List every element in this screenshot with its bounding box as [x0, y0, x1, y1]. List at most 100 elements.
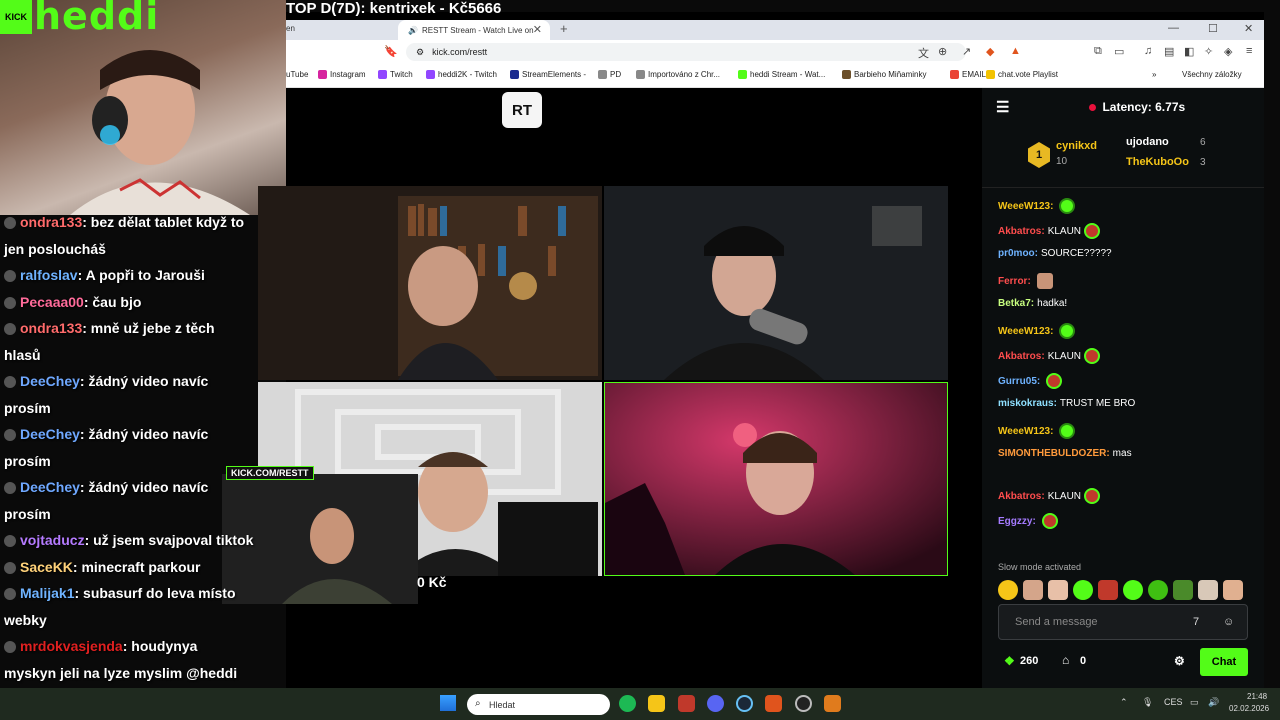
chat-username[interactable]: Akbatros: [998, 351, 1045, 362]
maximize-button[interactable]: ☐ [1208, 22, 1218, 35]
network-icon[interactable]: ▭ [1190, 697, 1199, 708]
bookmark-favicon-icon [426, 70, 435, 79]
leader-third-name[interactable]: TheKuboOo [1126, 156, 1189, 168]
chat-username[interactable]: Betka7: [998, 298, 1034, 309]
emoji-icon[interactable]: ☺ [1223, 616, 1234, 628]
bookmark-icon[interactable]: 🔖 [384, 45, 398, 58]
tray-chevron-icon[interactable]: ⌃ [1120, 697, 1128, 708]
chat-message: Akbatros: KLAUN [998, 348, 1101, 364]
overlay-chat-username: ondra133 [20, 320, 83, 336]
menu-icon[interactable]: ≡ [1246, 45, 1252, 57]
emote-icon[interactable] [1048, 580, 1068, 600]
chat-username[interactable]: Ferror: [998, 276, 1031, 287]
chat-username[interactable]: WeeeW123: [998, 426, 1053, 437]
steam-icon[interactable] [736, 695, 753, 712]
points-count[interactable]: 260 [1020, 655, 1038, 667]
vpn-icon[interactable]: ◈ [1224, 45, 1232, 58]
bookmark-item[interactable]: chat.vote Playlist [986, 70, 1058, 79]
all-bookmarks[interactable]: Všechny záložky [1182, 70, 1242, 79]
clock-time[interactable]: 21:48 [1247, 692, 1267, 701]
volume-icon[interactable]: 🔊 [1208, 697, 1219, 708]
overlay-chat-text: : už jsem svajpoval tiktok [84, 532, 254, 548]
bookmark-favicon-icon [598, 70, 607, 79]
emote-icon[interactable] [1123, 580, 1143, 600]
bookmark-item[interactable]: Twitch [378, 70, 413, 79]
leader-second-name[interactable]: ujodano [1126, 136, 1169, 148]
clock-date[interactable]: 02.02.2026 [1229, 704, 1269, 713]
leo-icon[interactable]: ✧ [1204, 45, 1213, 58]
user-badge-icon [4, 376, 16, 389]
zoom-icon[interactable]: ⊕ [938, 45, 947, 58]
bookmark-item[interactable]: uTube [286, 70, 308, 79]
brave-shield-icon[interactable]: ◆ [986, 45, 994, 58]
file-explorer-icon[interactable] [648, 695, 665, 712]
bookmark-item[interactable]: Barbieho Miňaminky [842, 70, 926, 79]
extensions-icon[interactable]: ⧉ [1094, 45, 1102, 58]
chat-username[interactable]: WeeeW123: [998, 326, 1053, 337]
brave-icon[interactable] [765, 695, 782, 712]
bookmark-item[interactable]: heddi Stream - Wat... [738, 70, 825, 79]
chat-username[interactable]: Gurru05: [998, 376, 1040, 387]
close-tab-icon[interactable]: ✕ [533, 23, 542, 36]
chat-username[interactable]: Akbatros: [998, 491, 1045, 502]
message-placeholder: Send a message [1015, 616, 1098, 628]
bookmark-item[interactable]: Importováno z Chr... [636, 70, 720, 79]
more-bookmarks-icon[interactable]: » [1152, 70, 1156, 79]
message-input[interactable]: Send a message 7 ☺ [998, 604, 1248, 640]
language-indicator[interactable]: CES [1164, 697, 1183, 707]
spotify-icon[interactable] [619, 695, 636, 712]
user-badge-icon [4, 270, 16, 283]
chat-username[interactable]: Eggzzy: [998, 516, 1036, 527]
bookmark-item[interactable]: PD [598, 70, 621, 79]
playlist-icon[interactable]: ▤ [1164, 45, 1174, 58]
tab-active[interactable]: 🔊 RESTT Stream - Watch Live on ✕ [398, 20, 550, 40]
emote-laugh-icon[interactable] [998, 580, 1018, 600]
emote-picker-icon[interactable]: 7 [1193, 616, 1199, 628]
address-bar[interactable]: ⚙ kick.com/restt [406, 43, 966, 61]
app-icon[interactable] [678, 695, 695, 712]
microphone-icon[interactable]: 🎙 [1142, 697, 1153, 708]
brave-rewards-icon[interactable]: ▲ [1010, 45, 1021, 57]
send-chat-button[interactable]: Chat [1200, 648, 1248, 676]
media-icon[interactable]: ♫ [1144, 45, 1152, 57]
share-icon[interactable]: ↗ [962, 45, 971, 58]
emote-icon[interactable] [1198, 580, 1218, 600]
bookmark-item[interactable]: Instagram [318, 70, 366, 79]
chat-username[interactable]: WeeeW123: [998, 201, 1053, 212]
minimize-button[interactable]: — [1168, 22, 1179, 34]
leader-first-name[interactable]: cynikxd [1056, 140, 1097, 152]
windows-start-icon[interactable] [440, 695, 456, 711]
bookmark-item[interactable]: EMAIL [950, 70, 986, 79]
sidebar-icon[interactable]: ▭ [1114, 45, 1124, 58]
collapse-chat-icon[interactable]: ☰ [996, 98, 1009, 116]
chat-settings-icon[interactable]: ⚙ [1174, 654, 1185, 668]
emote-icon[interactable] [1223, 580, 1243, 600]
tab-previous[interactable]: en [286, 24, 295, 33]
obs-icon[interactable] [795, 695, 812, 712]
chat-username[interactable]: pr0moo: [998, 248, 1038, 259]
emote-icon[interactable] [1073, 580, 1093, 600]
bookmark-item[interactable]: heddi2K - Twitch [426, 70, 497, 79]
emote-icon[interactable] [1173, 580, 1193, 600]
new-tab-button[interactable]: + [560, 21, 568, 36]
taskbar-search[interactable]: ⌕ Hledat [467, 694, 610, 715]
app-icon[interactable] [824, 695, 841, 712]
emote-icon[interactable] [1098, 580, 1118, 600]
bookmark-favicon-icon [636, 70, 645, 79]
discord-icon[interactable] [707, 695, 724, 712]
overlay-chat-text: myskyn jeli na lyze myslim @heddi [4, 664, 238, 681]
overlay-chat-line: ondra133: bez dělat tablet když to [4, 210, 244, 234]
site-info-icon[interactable]: ⚙ [416, 47, 424, 58]
translate-icon[interactable]: 文 [918, 45, 929, 61]
chat-username[interactable]: SIMONTHEBULDOZER: [998, 448, 1110, 459]
chat-text: mas [1112, 448, 1132, 459]
store-icon[interactable]: ⌂ [1062, 653, 1069, 667]
split-view-icon[interactable]: ◧ [1184, 45, 1194, 58]
bookmark-item[interactable]: StreamElements - [510, 70, 586, 79]
emote-icon[interactable] [1023, 580, 1043, 600]
chat-username[interactable]: Akbatros: [998, 226, 1045, 237]
chat-message: pr0moo: SOURCE????? [998, 248, 1112, 259]
close-window-button[interactable]: ✕ [1244, 22, 1253, 35]
chat-username[interactable]: miskokraus: [998, 398, 1057, 409]
emote-icon[interactable] [1148, 580, 1168, 600]
